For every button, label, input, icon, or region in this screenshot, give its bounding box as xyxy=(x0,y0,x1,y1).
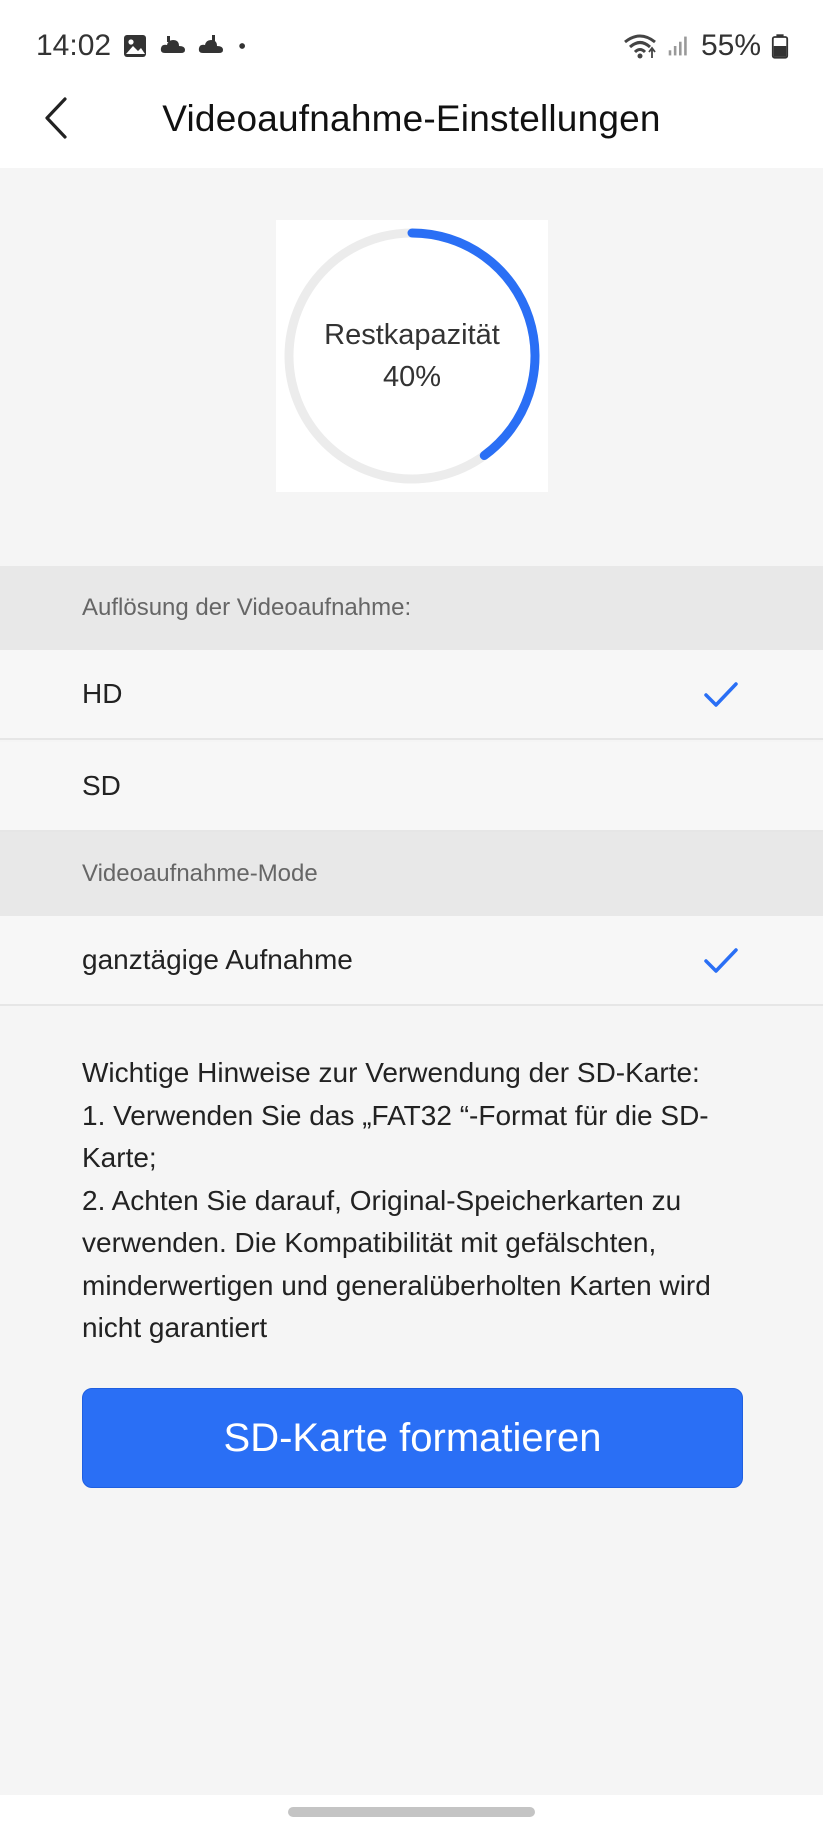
notes-line: 2. Achten Sie darauf, Original-Speicherk… xyxy=(82,1184,711,1344)
cloud-icon xyxy=(160,36,186,53)
battery-percent: 55% xyxy=(700,29,761,62)
capacity-text: Restkapazität 40% xyxy=(276,220,548,492)
checkmark-icon xyxy=(704,948,738,973)
mode-section-header: Videoaufnahme-Mode xyxy=(0,832,823,916)
notes-line: Wichtige Hinweise zur Verwendung der SD-… xyxy=(82,1057,700,1088)
sd-card-notes: Wichtige Hinweise zur Verwendung der SD-… xyxy=(82,1052,742,1350)
option-full-day-recording[interactable]: ganztägige Aufnahme xyxy=(0,916,823,1006)
chevron-left-icon xyxy=(45,97,67,139)
resolution-section-header: Auflösung der Videoaufnahme: xyxy=(0,566,823,650)
capacity-value: 40% xyxy=(382,361,442,393)
notes-line: 1. Verwenden Sie das „FAT32 “-Format für… xyxy=(82,1099,709,1174)
status-time: 14:02 xyxy=(36,29,112,62)
option-label: SD xyxy=(82,770,121,801)
dot-icon xyxy=(239,43,246,49)
cloud-icon xyxy=(198,35,224,53)
option-label: HD xyxy=(82,678,123,709)
battery-icon xyxy=(771,34,789,59)
checkmark-icon xyxy=(704,682,738,707)
back-button[interactable] xyxy=(28,90,84,146)
status-left: 14:02 xyxy=(36,29,255,63)
option-label: ganztägige Aufnahme xyxy=(82,944,353,975)
app-header: Videoaufnahme-Einstellungen xyxy=(0,70,823,168)
status-right: 55% xyxy=(623,29,789,63)
gallery-icon xyxy=(124,35,147,57)
option-hd[interactable]: HD xyxy=(0,650,823,740)
wifi-icon xyxy=(624,34,656,59)
capacity-label: Restkapazität xyxy=(324,319,500,351)
home-indicator[interactable] xyxy=(288,1807,535,1817)
format-sd-card-button[interactable]: SD-Karte formatieren xyxy=(82,1388,743,1488)
page-title: Videoaufnahme-Einstellungen xyxy=(162,98,661,139)
capacity-gauge: Restkapazität 40% xyxy=(276,220,548,492)
option-sd[interactable]: SD xyxy=(0,742,823,832)
signal-icon xyxy=(668,36,687,56)
